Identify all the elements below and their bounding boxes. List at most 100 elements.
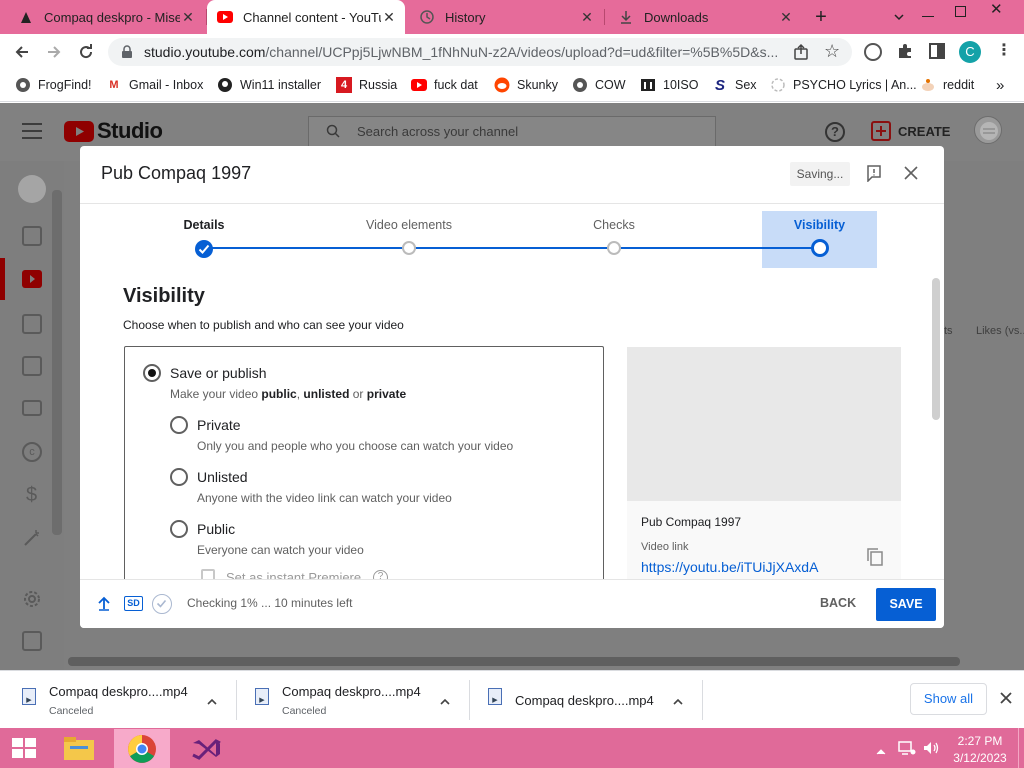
new-tab-icon[interactable]: +: [812, 7, 830, 27]
tab-channel-content[interactable]: Channel content - YouTube ✕: [207, 0, 405, 34]
tab-compaq-deskpro[interactable]: Compaq deskpro - Mise ✕: [8, 0, 204, 34]
video-file-icon: ▶: [22, 688, 36, 705]
tab-search-chevron-down-icon[interactable]: [892, 10, 906, 24]
minimize-icon[interactable]: [922, 16, 934, 17]
save-or-publish-card: [124, 346, 604, 586]
upload-progress-status: Checking 1% ... 10 minutes left: [187, 596, 353, 610]
reddit-alien-icon: [920, 77, 936, 93]
tab-close-icon[interactable]: ✕: [180, 9, 196, 26]
video-preview-thumbnail[interactable]: [627, 347, 901, 501]
save-button[interactable]: SAVE: [876, 588, 936, 621]
tab-downloads[interactable]: Downloads ✕: [608, 0, 802, 34]
step-checks[interactable]: Checks: [580, 218, 648, 232]
browser-menu-icon[interactable]: ⋮: [996, 40, 1012, 60]
download-divider: [702, 680, 703, 720]
unlisted-option-title: Unlisted: [197, 469, 248, 485]
hamburger-menu-icon[interactable]: [22, 123, 42, 139]
chevron-up-icon[interactable]: [439, 694, 451, 705]
studio-search-input[interactable]: Search across your channel: [308, 116, 716, 147]
subtitles-icon[interactable]: [22, 400, 42, 416]
back-button[interactable]: BACK: [820, 596, 856, 610]
bookmark-russia[interactable]: 4 Russia: [336, 76, 397, 94]
step-visibility[interactable]: Visibility: [762, 218, 877, 232]
bookmark-star-icon[interactable]: ☆: [824, 41, 840, 62]
bookmark-frogfind[interactable]: FrogFind!: [15, 76, 92, 94]
address-bar[interactable]: studio.youtube.com/channel/UCPpj5LjwNBM_…: [108, 38, 852, 66]
bookmark-label: reddit: [943, 78, 975, 92]
restore-icon[interactable]: [955, 6, 966, 17]
visual-studio-icon[interactable]: [183, 729, 229, 768]
step-details[interactable]: Details: [172, 218, 236, 232]
dashboard-icon[interactable]: [22, 226, 42, 246]
private-option-description: Only you and people who you choose can w…: [197, 439, 514, 453]
show-desktop-strip[interactable]: [1018, 728, 1019, 768]
chevron-up-icon[interactable]: [672, 694, 684, 705]
bookmark-10iso[interactable]: 10ISO: [640, 76, 698, 94]
public-radio[interactable]: [170, 520, 188, 538]
horizontal-scrollbar[interactable]: [68, 657, 960, 666]
dialog-close-icon[interactable]: [903, 165, 919, 181]
side-panel-icon[interactable]: [929, 43, 945, 59]
clock-date[interactable]: 3/12/2023: [950, 751, 1010, 765]
system-tray-chevron-up-icon[interactable]: [876, 743, 886, 755]
upload-dialog: Pub Compaq 1997 Saving... Details Video …: [80, 146, 944, 628]
extension-circle-icon[interactable]: [864, 43, 882, 61]
volume-icon[interactable]: [922, 740, 940, 756]
window-close-icon[interactable]: ✕: [990, 2, 1004, 17]
help-icon[interactable]: ?: [825, 122, 845, 142]
create-button[interactable]: CREATE: [898, 124, 950, 139]
tab-close-icon[interactable]: ✕: [778, 9, 794, 26]
download-item[interactable]: ▶ Compaq deskpro....mp4 Canceled: [22, 676, 232, 724]
save-or-publish-title: Save or publish: [170, 365, 267, 381]
bookmark-reddit[interactable]: reddit: [920, 76, 974, 94]
monetization-dollar-icon[interactable]: $: [26, 484, 37, 507]
extensions-puzzle-icon[interactable]: [896, 42, 914, 60]
tab-history[interactable]: History ✕: [409, 0, 603, 34]
chevron-up-icon[interactable]: [206, 694, 218, 705]
bookmark-cow[interactable]: COW: [572, 76, 626, 94]
save-or-publish-radio[interactable]: [143, 364, 161, 382]
unlisted-radio[interactable]: [170, 468, 188, 486]
dialog-scrollbar[interactable]: [932, 278, 940, 420]
comments-icon[interactable]: [22, 356, 42, 376]
reload-icon[interactable]: [76, 42, 96, 62]
bookmark-fuck-dat[interactable]: fuck dat: [411, 76, 478, 94]
clock-time[interactable]: 2:27 PM: [950, 734, 1010, 748]
copy-link-icon[interactable]: [866, 547, 884, 567]
show-all-downloads-button[interactable]: Show all: [910, 683, 987, 715]
chrome-taskbar-button[interactable]: [114, 729, 170, 768]
analytics-icon[interactable]: [22, 314, 42, 334]
bookmark-win11[interactable]: Win11 installer: [217, 76, 321, 94]
bookmark-sex[interactable]: S Sex: [712, 76, 757, 94]
download-item[interactable]: ▶ Compaq deskpro....mp4 Canceled: [255, 676, 465, 724]
bookmark-gmail[interactable]: M Gmail - Inbox: [106, 76, 203, 94]
download-item[interactable]: ▶ Compaq deskpro....mp4: [488, 676, 698, 724]
close-downloads-bar-icon[interactable]: [999, 691, 1013, 705]
report-flag-icon[interactable]: [866, 164, 882, 183]
share-icon[interactable]: [792, 43, 810, 61]
content-icon[interactable]: [22, 270, 42, 288]
private-radio[interactable]: [170, 416, 188, 434]
tab-close-icon[interactable]: ✕: [381, 9, 397, 26]
customization-wand-icon[interactable]: [22, 528, 42, 548]
public-option-title: Public: [197, 521, 236, 537]
sidebar-scrollbar[interactable]: [52, 190, 62, 535]
bookmark-skunky[interactable]: Skunky: [494, 76, 558, 94]
network-icon[interactable]: [898, 740, 916, 756]
back-arrow-icon[interactable]: [12, 42, 32, 62]
copyright-icon[interactable]: c: [22, 442, 42, 462]
settings-gear-icon[interactable]: [22, 589, 42, 609]
stepper-line: [204, 247, 820, 249]
step-video-elements[interactable]: Video elements: [356, 218, 462, 232]
bookmarks-overflow-chevron-icon[interactable]: »: [996, 76, 1004, 94]
windows-start-icon[interactable]: [11, 737, 37, 759]
file-explorer-icon[interactable]: [56, 729, 102, 768]
channel-avatar[interactable]: [974, 116, 1002, 144]
sidebar-channel-avatar[interactable]: [18, 175, 46, 203]
feedback-icon[interactable]: [22, 631, 42, 651]
bookmark-psycho-lyrics[interactable]: PSYCHO Lyrics | An...: [770, 76, 917, 94]
forward-arrow-icon[interactable]: [44, 42, 64, 62]
profile-avatar[interactable]: C: [959, 41, 981, 63]
video-link[interactable]: https://youtu.be/iTUiJjXAxdA: [641, 559, 818, 575]
tab-close-icon[interactable]: ✕: [579, 9, 595, 26]
